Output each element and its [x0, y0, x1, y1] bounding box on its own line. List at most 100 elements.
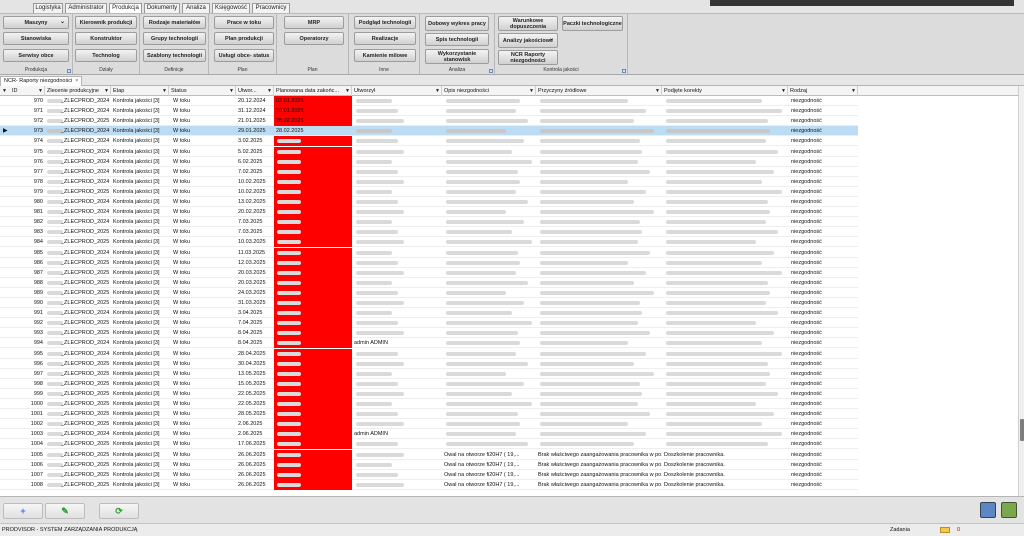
podglad-technologii-button[interactable]: Podgląd technologii: [354, 16, 416, 29]
table-row[interactable]: 988 _ZLECPROD_2025 Kontrola jakości [3] W t…: [0, 277, 858, 288]
col-rodzaj-header[interactable]: Rodzaj: [788, 86, 858, 96]
table-row[interactable]: 1005 _ZLECPROD_2025 Kontrola jakości [3] W …: [0, 449, 858, 460]
table-row[interactable]: ▶ 973 _ZLECPROD_2024 Kontrola jakości [3] W …: [0, 126, 858, 137]
table-row[interactable]: 994 _ZLECPROD_2024 Kontrola jakości [3] W t…: [0, 338, 858, 349]
table-row[interactable]: 984 _ZLECPROD_2025 Kontrola jakości [3] W t…: [0, 237, 858, 248]
szablony-technologii-button[interactable]: Szablony technologii: [143, 49, 206, 62]
tab-administrator[interactable]: Administrator: [65, 3, 107, 13]
table-row[interactable]: 975 _ZLECPROD_2024 Kontrola jakości [3] W t…: [0, 146, 858, 157]
table-row[interactable]: 996 _ZLECPROD_2025 Kontrola jakości [3] W t…: [0, 358, 858, 369]
table-row[interactable]: 982 _ZLECPROD_2024 Kontrola jakości [3] W t…: [0, 217, 858, 228]
filter-icon[interactable]: ▼: [781, 86, 786, 96]
table-row[interactable]: 981 _ZLECPROD_2024 Kontrola jakości [3] W t…: [0, 207, 858, 218]
edit-button[interactable]: ✎: [45, 503, 85, 519]
table-row[interactable]: 972 _ZLECPROD_2025 Kontrola jakości [3] W t…: [0, 116, 858, 127]
exit-icon[interactable]: [1001, 502, 1017, 518]
operatorzy-button[interactable]: Operatorzy: [284, 32, 344, 45]
filter-icon[interactable]: ▼: [104, 86, 109, 96]
add-button[interactable]: +: [3, 503, 43, 519]
col-opis-header[interactable]: Opis niezgodności: [442, 86, 536, 96]
table-row[interactable]: 986 _ZLECPROD_2025 Kontrola jakości [3] W t…: [0, 257, 858, 268]
table-row[interactable]: 977 _ZLECPROD_2024 Kontrola jakości [3] W t…: [0, 166, 858, 177]
kamienie-milowe-button[interactable]: Kamienie milowe: [354, 49, 416, 62]
filter-icon[interactable]: ▼: [345, 86, 350, 96]
table-row[interactable]: 1000 _ZLECPROD_2025 Kontrola jakości [3] W …: [0, 399, 858, 409]
tab-logistyka[interactable]: Logistyka: [33, 3, 63, 13]
table-row[interactable]: 993 _ZLECPROD_2025 Kontrola jakości [3] W t…: [0, 328, 858, 339]
technolog-button[interactable]: Technolog: [75, 49, 137, 62]
table-row[interactable]: 1002 _ZLECPROD_2025 Kontrola jakości [3] W …: [0, 419, 858, 430]
filter-icon[interactable]: ▼: [435, 86, 440, 96]
table-row[interactable]: 980 _ZLECPROD_2024 Kontrola jakości [3] W t…: [0, 197, 858, 207]
close-icon[interactable]: ×: [75, 78, 78, 84]
col-zlecenie-header[interactable]: Zlecenie produkcyjne: [45, 86, 111, 96]
konstruktor-button[interactable]: Konstruktor: [75, 32, 137, 45]
table-row[interactable]: 998 _ZLECPROD_2025 Kontrola jakości [3] W t…: [0, 378, 858, 389]
table-row[interactable]: 983 _ZLECPROD_2025 Kontrola jakości [3] W t…: [0, 227, 858, 238]
plan-produkcji-button[interactable]: Plan produkcji: [214, 32, 274, 45]
filter-icon[interactable]: ▼: [529, 86, 534, 96]
paczki-technologiczne-button[interactable]: Paczki technologiczne: [562, 16, 623, 31]
table-row[interactable]: 997 _ZLECPROD_2025 Kontrola jakości [3] W t…: [0, 368, 858, 379]
export-icon[interactable]: [980, 502, 996, 518]
col-status-header[interactable]: Status: [169, 86, 236, 96]
ncr-raporty-niezgodnosci-button[interactable]: NCR Raporty niezgodności: [498, 50, 558, 65]
table-row[interactable]: 985 _ZLECPROD_2024 Kontrola jakości [3] W t…: [0, 247, 858, 258]
table-row[interactable]: 1007 _ZLECPROD_2025 Kontrola jakości [3] W …: [0, 469, 858, 480]
filter-icon[interactable]: ▼: [267, 86, 272, 96]
table-row[interactable]: 1006 _ZLECPROD_2025 Kontrola jakości [3] W …: [0, 459, 858, 470]
filter-icon[interactable]: ▼: [851, 86, 856, 96]
mail-icon[interactable]: [940, 527, 950, 533]
col-przyczyny-header[interactable]: Przyczyny źródłowe: [536, 86, 662, 96]
table-row[interactable]: 1001 _ZLECPROD_2025 Kontrola jakości [3] W …: [0, 409, 858, 420]
filter-icon[interactable]: ▼: [229, 86, 234, 96]
expand-icon[interactable]: [67, 69, 71, 73]
tab-analiza[interactable]: Analiza: [182, 3, 210, 13]
tab-ksiegowosc[interactable]: Księgowość: [212, 3, 250, 13]
table-row[interactable]: 976 _ZLECPROD_2024 Kontrola jakości [3] W t…: [0, 156, 858, 167]
vertical-scrollbar[interactable]: [1018, 86, 1024, 496]
realizacje-button[interactable]: Realizacje: [354, 32, 416, 45]
tab-pracownicy[interactable]: Pracownicy: [252, 3, 290, 13]
table-row[interactable]: 990 _ZLECPROD_2025 Kontrola jakości [3] W t…: [0, 298, 858, 308]
tab-dokumenty[interactable]: Dokumenty: [144, 3, 180, 13]
expand-icon[interactable]: [622, 69, 626, 73]
filter-icon[interactable]: ▼: [162, 86, 167, 96]
serwisy-obce-button[interactable]: Serwisy obce: [3, 49, 69, 62]
warunkowe-dopuszczenia-button[interactable]: Warunkowe dopuszczenia: [498, 16, 558, 31]
rodzaje-materialow-button[interactable]: Rodzaje materiałów: [143, 16, 206, 29]
table-row[interactable]: 1004 _ZLECPROD_2025 Kontrola jakości [3] W …: [0, 439, 858, 450]
col-planowana-data-header[interactable]: Planowana data zakońc...: [274, 86, 352, 96]
table-row[interactable]: 979 _ZLECPROD_2025 Kontrola jakości [3] W t…: [0, 186, 858, 197]
wykorzystanie-stanowisk-button[interactable]: Wykorzystanie stanowisk: [425, 49, 489, 64]
analizy-jakosciowe-button[interactable]: Analizy jakościowe: [498, 33, 558, 48]
table-row[interactable]: 1003 _ZLECPROD_2024 Kontrola jakości [3] W …: [0, 429, 858, 440]
col-utworzyl-header[interactable]: Utworzył: [352, 86, 442, 96]
col-korekty-header[interactable]: Podjęte korekty: [662, 86, 788, 96]
refresh-button[interactable]: ⟳: [99, 503, 139, 519]
filter-icon[interactable]: ▼: [38, 86, 43, 96]
expand-icon[interactable]: [489, 69, 493, 73]
stanowiska-button[interactable]: Stanowiska: [3, 32, 69, 45]
grupy-technologii-button[interactable]: Grupy technologii: [143, 32, 206, 45]
maszyny-button[interactable]: Maszyny: [3, 16, 69, 29]
tab-ncr-raporty[interactable]: NCR- Raporty niezgodności ×: [0, 76, 83, 86]
table-row[interactable]: 989 _ZLECPROD_2025 Kontrola jakości [3] W t…: [0, 287, 858, 298]
spis-technologii-button[interactable]: Spis technologii: [425, 33, 489, 46]
table-row[interactable]: 992 _ZLECPROD_2025 Kontrola jakości [3] W t…: [0, 318, 858, 329]
table-row[interactable]: 970 _ZLECPROD_2024 Kontrola jakości [3] W t…: [0, 96, 858, 106]
table-row[interactable]: 1008 _ZLECPROD_2025 Kontrola jakości [3] W …: [0, 479, 858, 490]
kierownik-produkcji-button[interactable]: Kierownik produkcji: [75, 16, 137, 29]
table-row[interactable]: 987 _ZLECPROD_2025 Kontrola jakości [3] W t…: [0, 267, 858, 278]
table-row[interactable]: 995 _ZLECPROD_2024 Kontrola jakości [3] W t…: [0, 348, 858, 359]
table-row[interactable]: 971 _ZLECPROD_2024 Kontrola jakości [3] W t…: [0, 106, 858, 117]
table-row[interactable]: 978 _ZLECPROD_2024 Kontrola jakości [3] W t…: [0, 176, 858, 187]
col-etap-header[interactable]: Etap: [111, 86, 169, 96]
table-row[interactable]: 974 _ZLECPROD_2024 Kontrola jakości [3] W t…: [0, 136, 858, 147]
mrp-button[interactable]: MRP: [284, 16, 344, 29]
filter-icon[interactable]: ▼: [655, 86, 660, 96]
table-row[interactable]: 991 _ZLECPROD_2024 Kontrola jakości [3] W t…: [0, 308, 858, 319]
scrollbar-thumb[interactable]: [1020, 419, 1024, 441]
zadania-label[interactable]: Zadania: [890, 524, 910, 536]
table-row[interactable]: 999 _ZLECPROD_2025 Kontrola jakości [3] W t…: [0, 388, 858, 399]
